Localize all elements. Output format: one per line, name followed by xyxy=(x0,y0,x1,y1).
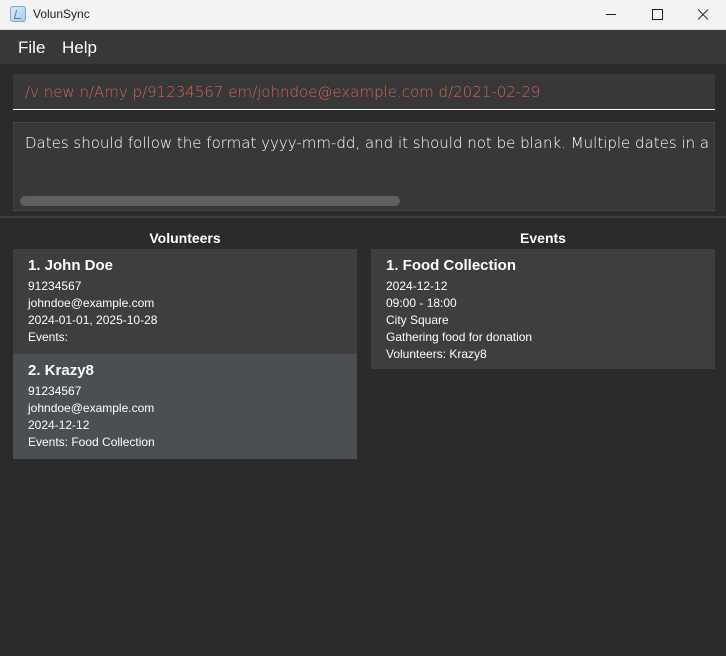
menu-help[interactable]: Help xyxy=(62,38,97,58)
horizontal-scrollbar[interactable] xyxy=(20,196,400,206)
command-input[interactable] xyxy=(13,74,715,110)
menu-file[interactable]: File xyxy=(18,38,45,58)
title-bar: VolunSync xyxy=(0,0,726,30)
event-volunteers: Volunteers: Krazy8 xyxy=(386,347,487,361)
divider xyxy=(0,216,726,218)
app-icon xyxy=(10,6,26,22)
volunteer-name: 2. Krazy8 xyxy=(28,362,94,379)
volunteer-email: johndoe@example.com xyxy=(28,401,155,415)
command-box xyxy=(0,64,726,116)
result-message: Dates should follow the format yyyy-mm-d… xyxy=(25,134,715,152)
minimize-button[interactable] xyxy=(588,0,634,29)
event-card[interactable]: 1. Food Collection 2024-12-12 09:00 - 18… xyxy=(371,249,715,369)
menu-bar: File Help xyxy=(0,30,726,64)
event-name: 1. Food Collection xyxy=(386,257,516,274)
volunteer-dates: 2024-01-01, 2025-10-28 xyxy=(28,313,158,327)
event-date: 2024-12-12 xyxy=(386,279,448,293)
maximize-button[interactable] xyxy=(634,0,680,29)
volunteer-card[interactable]: 1. John Doe 91234567 johndoe@example.com… xyxy=(13,249,357,354)
volunteer-phone: 91234567 xyxy=(28,384,82,398)
close-button[interactable] xyxy=(680,0,726,29)
volunteer-events: Events: xyxy=(28,330,69,344)
event-time: 09:00 - 18:00 xyxy=(386,296,457,310)
window-title: VolunSync xyxy=(33,7,90,21)
volunteer-name: 1. John Doe xyxy=(28,257,114,274)
volunteer-phone: 91234567 xyxy=(28,279,82,293)
volunteer-email: johndoe@example.com xyxy=(28,296,155,310)
volunteers-panel-title: Volunteers xyxy=(149,230,221,246)
volunteer-card-selected[interactable]: 2. Krazy8 91234567 johndoe@example.com 2… xyxy=(13,354,357,459)
maximize-icon xyxy=(651,9,663,20)
volunteer-dates: 2024-12-12 xyxy=(28,418,90,432)
event-description: Gathering food for donation xyxy=(386,330,533,344)
result-display: Dates should follow the format yyyy-mm-d… xyxy=(13,122,715,211)
minimize-icon xyxy=(606,14,616,15)
volunteer-events: Events: Food Collection xyxy=(28,435,155,449)
close-icon xyxy=(697,9,709,21)
event-location: City Square xyxy=(386,313,449,327)
events-panel-title: Events xyxy=(520,230,566,246)
